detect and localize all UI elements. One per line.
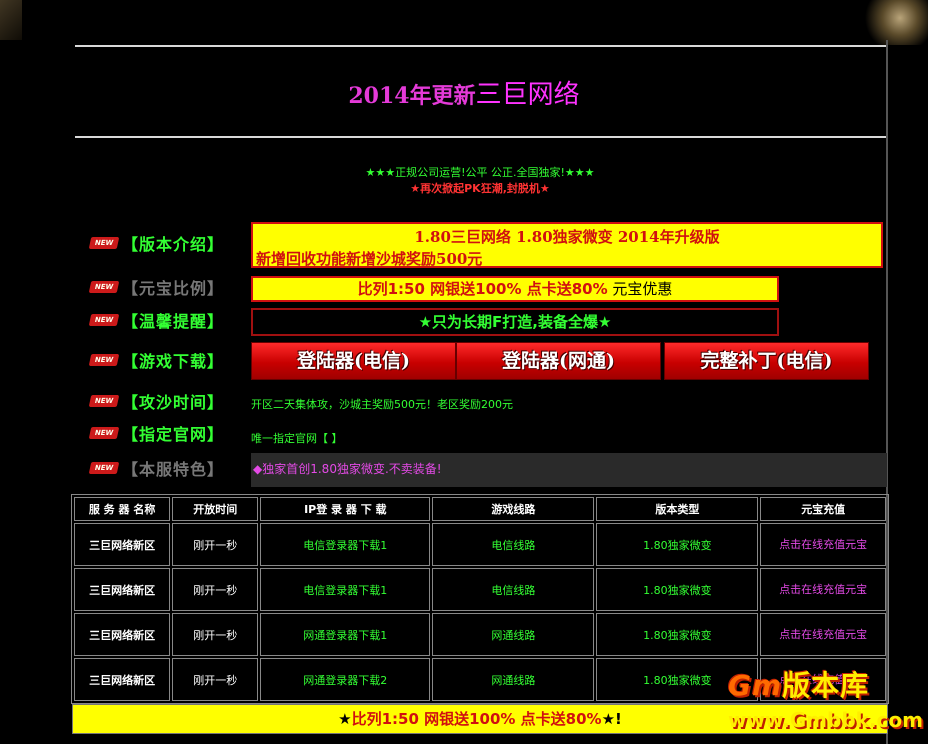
header-ip-download: IP登 录 器 下 载 bbox=[260, 497, 431, 521]
watermark-brand: Gm版本库 bbox=[728, 664, 869, 704]
recharge-link[interactable]: 点击在线充值元宝 bbox=[760, 613, 886, 656]
watermark-gm-icon: Gm bbox=[728, 669, 783, 702]
star-icon: ★ bbox=[338, 710, 352, 728]
server-name: 三巨网络新区 bbox=[74, 613, 171, 656]
corner-ornament-right bbox=[858, 0, 928, 45]
version-type: 1.80独家微变 bbox=[596, 568, 759, 611]
watermark-url: www.Gmbbk.com bbox=[728, 708, 923, 732]
line-type: 电信线路 bbox=[432, 568, 595, 611]
download-link[interactable]: 网通登录器下载2 bbox=[260, 658, 431, 701]
label-text: 【指定官网】 bbox=[122, 425, 225, 444]
title-brand: 三巨网络 bbox=[475, 80, 580, 110]
header-version: 版本类型 bbox=[596, 497, 759, 521]
table-row: 三巨网络新区 刚开一秒 电信登录器下载1 电信线路 1.80独家微变 点击在线充… bbox=[74, 523, 886, 566]
server-name: 三巨网络新区 bbox=[74, 658, 171, 701]
download-link[interactable]: 电信登录器下载1 bbox=[260, 568, 431, 611]
download-link[interactable]: 电信登录器下载1 bbox=[260, 523, 431, 566]
open-time: 刚开一秒 bbox=[172, 613, 259, 656]
header-line: 游戏线路 bbox=[432, 497, 595, 521]
new-badge-icon: NEW bbox=[88, 314, 120, 326]
line-type: 电信线路 bbox=[432, 523, 595, 566]
label-yuanbao-ratio: NEW 【元宝比例】 bbox=[88, 276, 225, 298]
download-full-patch-button[interactable]: 完整补丁(电信) bbox=[664, 342, 869, 380]
label-text: 【游戏下载】 bbox=[122, 352, 225, 371]
recharge-link[interactable]: 点击在线充值元宝 bbox=[760, 523, 886, 566]
label-server-features: NEW 【本服特色】 bbox=[88, 457, 225, 479]
server-name: 三巨网络新区 bbox=[74, 523, 171, 566]
ratio-text: 比列1:50 网银送100% 点卡送80% bbox=[357, 280, 608, 298]
label-text: 【攻沙时间】 bbox=[122, 393, 225, 412]
new-badge-icon: NEW bbox=[88, 395, 120, 407]
version-type: 1.80独家微变 bbox=[596, 613, 759, 656]
open-time: 刚开一秒 bbox=[172, 568, 259, 611]
label-text: 【温馨提醒】 bbox=[122, 312, 225, 331]
divider-bottom bbox=[75, 136, 886, 138]
header-recharge: 元宝充值 bbox=[760, 497, 886, 521]
slogan-line1: ★★★正规公司运营!公平 公正.全国独家!★★★ bbox=[365, 166, 595, 179]
new-badge-icon: NEW bbox=[88, 427, 120, 439]
intro-line2: 新增回收功能新增沙城奖励500元 bbox=[256, 250, 483, 268]
new-badge-icon: NEW bbox=[88, 281, 120, 293]
table-row: 三巨网络新区 刚开一秒 网通登录器下载1 网通线路 1.80独家微变 点击在线充… bbox=[74, 613, 886, 656]
yuanbao-ratio-box: 比列1:50 网银送100% 点卡送80% 元宝优惠 bbox=[251, 276, 779, 302]
watermark-title: 版本库 bbox=[782, 669, 870, 702]
server-name: 三巨网络新区 bbox=[74, 568, 171, 611]
table-row: 三巨网络新区 刚开一秒 电信登录器下载1 电信线路 1.80独家微变 点击在线充… bbox=[74, 568, 886, 611]
intro-line1: 1.80三巨网络 1.80独家微变 2014年升级版 bbox=[414, 228, 720, 246]
label-official-site: NEW 【指定官网】 bbox=[88, 422, 225, 444]
divider-top bbox=[75, 45, 886, 47]
label-text: 【版本介绍】 bbox=[122, 235, 225, 254]
new-badge-icon: NEW bbox=[88, 237, 120, 249]
new-badge-icon: NEW bbox=[88, 354, 120, 366]
download-link[interactable]: 网通登录器下载1 bbox=[260, 613, 431, 656]
line-type: 网通线路 bbox=[432, 613, 595, 656]
open-time: 刚开一秒 bbox=[172, 658, 259, 701]
label-siege-time: NEW 【攻沙时间】 bbox=[88, 390, 225, 412]
new-badge-icon: NEW bbox=[88, 462, 120, 474]
siege-info: 开区二天集体攻，沙城主奖励500元！老区奖励200元 bbox=[251, 398, 513, 411]
recharge-link[interactable]: 点击在线充值元宝 bbox=[760, 568, 886, 611]
label-text: 【本服特色】 bbox=[122, 460, 225, 479]
download-launcher-netcom-button[interactable]: 登陆器(网通) bbox=[456, 342, 661, 380]
star-icon: ★! bbox=[601, 710, 622, 728]
header-server-name: 服 务 器 名称 bbox=[74, 497, 171, 521]
corner-ornament-left bbox=[0, 0, 22, 40]
version-type: 1.80独家微变 bbox=[596, 523, 759, 566]
open-time: 刚开一秒 bbox=[172, 523, 259, 566]
version-intro-box: 1.80三巨网络 1.80独家微变 2014年升级版 新增回收功能新增沙城奖励5… bbox=[251, 222, 883, 268]
title-year: 2014年更新 bbox=[348, 83, 476, 109]
footer-promo-text: 比列1:50 网银送100% 点卡送80% bbox=[351, 710, 602, 728]
label-tips: NEW 【温馨提醒】 bbox=[88, 309, 225, 331]
slogan-line2: ★再次掀起PK狂潮,封脱机★ bbox=[410, 182, 550, 195]
ratio-suffix: 元宝优惠 bbox=[607, 280, 673, 298]
header-open-time: 开放时间 bbox=[172, 497, 259, 521]
label-text: 【元宝比例】 bbox=[122, 279, 225, 298]
watermark-logo: Gm版本库 www.Gmbbk.com bbox=[722, 664, 928, 744]
page-title: 2014年更新三巨网络 bbox=[0, 74, 928, 111]
tips-box: ★只为长期F打造,装备全爆★ bbox=[251, 308, 779, 336]
label-version-intro: NEW 【版本介绍】 bbox=[88, 232, 225, 254]
server-features-box: ◆独家首创1.80独家微变.不卖装备! bbox=[251, 453, 887, 487]
line-type: 网通线路 bbox=[432, 658, 595, 701]
official-site-link[interactable]: 唯一指定官网【 】 bbox=[251, 430, 343, 446]
label-game-download: NEW 【游戏下载】 bbox=[88, 349, 225, 371]
download-launcher-telecom-button[interactable]: 登陆器(电信) bbox=[251, 342, 456, 380]
table-header-row: 服 务 器 名称 开放时间 IP登 录 器 下 载 游戏线路 版本类型 元宝充值 bbox=[74, 497, 886, 521]
